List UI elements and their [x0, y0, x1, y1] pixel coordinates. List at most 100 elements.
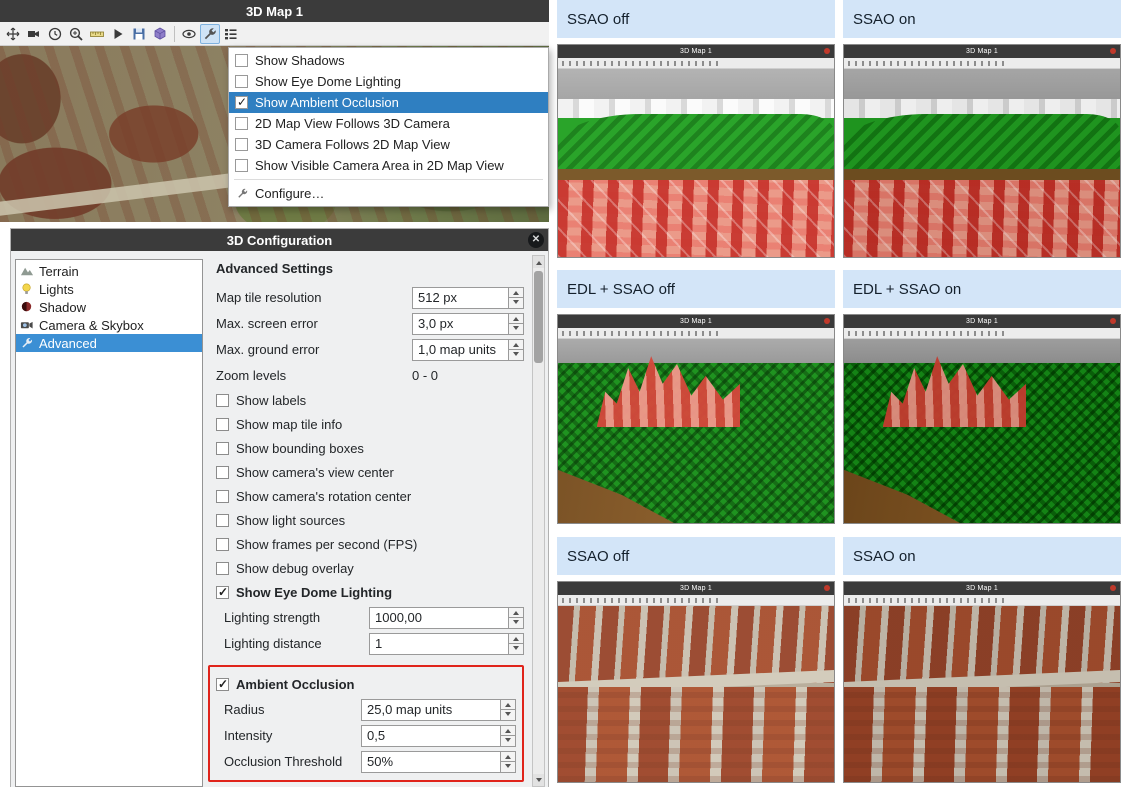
spin-up-button[interactable] — [500, 752, 515, 762]
sidebar-item-label: Advanced — [39, 336, 97, 351]
spin-down-button[interactable] — [508, 349, 523, 360]
menu-item-configure[interactable]: Configure… — [229, 183, 548, 204]
sidebar-item-terrain[interactable]: Terrain — [16, 262, 202, 280]
checkbox-ambient-occlusion[interactable]: Ambient Occlusion — [216, 674, 516, 695]
spin-down-button[interactable] — [500, 735, 515, 746]
map-tile-resolution-spinbox[interactable]: 512 px — [412, 287, 524, 309]
menu-item-2d-follows-3d[interactable]: 2D Map View Follows 3D Camera — [229, 113, 548, 134]
mini-window-titlebar: 3D Map 1 — [844, 582, 1120, 595]
checkbox-show-light-sources[interactable]: Show light sources — [216, 510, 524, 531]
pan-icon[interactable] — [3, 24, 23, 44]
render-layer — [558, 180, 834, 257]
legend-icon[interactable] — [221, 24, 241, 44]
checkbox-icon — [235, 54, 248, 67]
spinbox-buttons — [500, 700, 515, 720]
menu-item-show-eye-dome-lighting[interactable]: Show Eye Dome Lighting — [229, 71, 548, 92]
field-label: Zoom levels — [216, 368, 412, 383]
play-icon[interactable] — [108, 24, 128, 44]
spin-up-button[interactable] — [500, 726, 515, 736]
menu-item-label: Show Eye Dome Lighting — [255, 74, 401, 89]
lighting-strength-spinbox[interactable]: 1000,00 — [369, 607, 524, 629]
spin-up-button[interactable] — [508, 314, 523, 324]
zoom-in-icon[interactable] — [66, 24, 86, 44]
export-cube-icon[interactable] — [150, 24, 170, 44]
checkbox-icon — [216, 538, 229, 551]
checkbox-show-cameras-view-center[interactable]: Show camera's view center — [216, 462, 524, 483]
comparison-image-ssao-off-2: 3D Map 1 — [557, 581, 835, 783]
spin-down-button[interactable] — [500, 709, 515, 720]
mini-window-titlebar: 3D Map 1 — [558, 582, 834, 595]
wrench-options-icon[interactable] — [200, 24, 220, 44]
checkbox-show-bounding-boxes[interactable]: Show bounding boxes — [216, 438, 524, 459]
menu-item-label: Show Shadows — [255, 53, 345, 68]
spin-up-button[interactable] — [508, 340, 523, 350]
spin-up-button[interactable] — [500, 700, 515, 710]
camera-move-icon[interactable] — [24, 24, 44, 44]
wrench-icon — [20, 336, 34, 350]
spin-down-button[interactable] — [508, 617, 523, 628]
sidebar-item-advanced[interactable]: Advanced — [16, 334, 202, 352]
checkbox-show-labels[interactable]: Show labels — [216, 390, 524, 411]
radius-spinbox[interactable]: 25,0 map units — [361, 699, 516, 721]
wrench-icon — [235, 187, 249, 201]
spin-down-button[interactable] — [508, 323, 523, 334]
sidebar-item-label: Camera & Skybox — [39, 318, 144, 333]
ambient-occlusion-annotation-box: Ambient Occlusion Radius 25,0 map units — [208, 665, 524, 782]
spin-up-button[interactable] — [508, 608, 523, 618]
config-dialog-titlebar[interactable]: 3D Configuration ✕ — [11, 229, 548, 251]
spin-down-button[interactable] — [508, 643, 523, 654]
checkbox-icon — [216, 514, 229, 527]
sidebar-item-shadow[interactable]: Shadow — [16, 298, 202, 316]
spinbox-value: 25,0 map units — [362, 700, 500, 720]
menu-item-show-ambient-occlusion[interactable]: Show Ambient Occlusion — [229, 92, 548, 113]
max-screen-error-spinbox[interactable]: 3,0 px — [412, 313, 524, 335]
save-image-icon[interactable] — [129, 24, 149, 44]
scrollbar-thumb[interactable] — [534, 271, 543, 363]
menu-item-3d-follows-2d[interactable]: 3D Camera Follows 2D Map View — [229, 134, 548, 155]
menu-item-show-visible-camera-area[interactable]: Show Visible Camera Area in 2D Map View — [229, 155, 548, 176]
close-icon[interactable]: ✕ — [528, 232, 544, 248]
checkbox-show-map-tile-info[interactable]: Show map tile info — [216, 414, 524, 435]
render-layer — [844, 687, 1120, 782]
scrollbar-down-arrow-icon[interactable] — [533, 774, 544, 786]
spin-up-button[interactable] — [508, 288, 523, 298]
checkbox-label: Show light sources — [236, 513, 345, 528]
render-edl-ssao-on — [844, 339, 1120, 523]
checkbox-show-eye-dome-lighting[interactable]: Show Eye Dome Lighting — [216, 582, 524, 603]
field-lighting-distance: Lighting distance 1 — [224, 632, 524, 655]
comparison-image-edl-ssao-off: 3D Map 1 — [557, 314, 835, 524]
checkbox-show-fps[interactable]: Show frames per second (FPS) — [216, 534, 524, 555]
sidebar-item-camera-skybox[interactable]: Camera & Skybox — [16, 316, 202, 334]
checkbox-icon — [235, 75, 248, 88]
mini-window-toolbar — [844, 58, 1120, 69]
map-window-titlebar[interactable]: 3D Map 1 — [0, 0, 549, 22]
lighting-distance-spinbox[interactable]: 1 — [369, 633, 524, 655]
mini-window-title: 3D Map 1 — [680, 585, 712, 592]
scrollbar-up-arrow-icon[interactable] — [533, 256, 544, 268]
render-layer — [558, 460, 674, 523]
sidebar-item-label: Lights — [39, 282, 74, 297]
render-layer — [558, 339, 834, 363]
eye-icon[interactable] — [179, 24, 199, 44]
map-window-title: 3D Map 1 — [246, 4, 303, 19]
occlusion-threshold-spinbox[interactable]: 50% — [361, 751, 516, 773]
measure-icon[interactable] — [87, 24, 107, 44]
spin-down-button[interactable] — [508, 297, 523, 308]
checkbox-label: Show debug overlay — [236, 561, 354, 576]
spinbox-buttons — [500, 752, 515, 772]
menu-item-show-shadows[interactable]: Show Shadows — [229, 50, 548, 71]
checkbox-icon — [216, 442, 229, 455]
render-layer — [844, 180, 1120, 257]
max-ground-error-spinbox[interactable]: 1,0 map units — [412, 339, 524, 361]
spin-down-button[interactable] — [500, 761, 515, 772]
dialog-scrollbar[interactable] — [532, 255, 545, 787]
spin-up-button[interactable] — [508, 634, 523, 644]
intensity-spinbox[interactable]: 0,5 — [361, 725, 516, 747]
checkbox-show-debug-overlay[interactable]: Show debug overlay — [216, 558, 524, 579]
checkbox-show-cameras-rotation-center[interactable]: Show camera's rotation center — [216, 486, 524, 507]
checkbox-icon — [235, 117, 248, 130]
mini-window-title: 3D Map 1 — [966, 318, 998, 325]
sidebar-item-lights[interactable]: Lights — [16, 280, 202, 298]
clock-icon[interactable] — [45, 24, 65, 44]
mini-window-title: 3D Map 1 — [680, 48, 712, 55]
